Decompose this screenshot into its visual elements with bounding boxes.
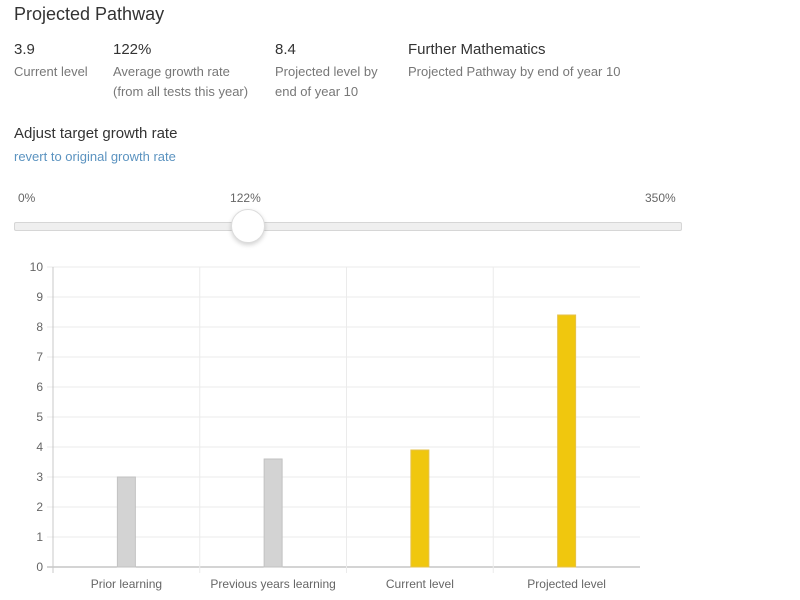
x-category-label: Projected level <box>527 577 606 591</box>
bar-chart: 0 1 2 3 4 5 6 7 8 9 10 Prior learning Previous year… <box>30 260 640 591</box>
bar-previous-years-learning <box>263 458 283 568</box>
y-tick-label: 8 <box>36 320 43 334</box>
stat-label: Projected level by end of year 10 <box>275 62 378 102</box>
growth-rate-slider-track[interactable] <box>14 222 682 231</box>
stat-label: Current level <box>14 64 88 79</box>
stat-label-line: (from all tests this year) <box>113 84 249 99</box>
stat-value: 3.9 <box>14 41 35 58</box>
growth-rate-slider-thumb[interactable] <box>231 209 266 243</box>
stat-growth-rate: 122% Average growth rate (from all tests… <box>113 40 248 102</box>
y-tick-label: 1 <box>36 530 43 544</box>
slider-value-label: 122% <box>230 191 261 205</box>
y-tick-label: 2 <box>36 500 43 514</box>
slider-min-label: 0% <box>18 191 36 205</box>
y-tick-label: 10 <box>30 260 44 274</box>
stat-current-level: 3.9 Current level <box>14 40 88 82</box>
stat-label: Average growth rate (from all tests this… <box>113 62 248 102</box>
stat-label: Projected Pathway by end of year 10 <box>408 64 621 79</box>
y-tick-label: 5 <box>36 410 43 424</box>
chart-grid <box>47 266 640 573</box>
bar-projected-level <box>557 314 577 568</box>
stat-value: Further Mathematics <box>408 41 546 58</box>
x-category-label: Current level <box>386 577 454 591</box>
stat-projected-level: 8.4 Projected level by end of year 10 <box>275 40 378 102</box>
page-title: Projected Pathway <box>14 4 165 24</box>
bar-prior-learning <box>116 476 136 568</box>
bar-current-level <box>410 449 430 568</box>
stat-value: 8.4 <box>275 41 296 58</box>
stat-pathway: Further Mathematics Projected Pathway by… <box>408 40 620 82</box>
adjust-heading: Adjust target growth rate <box>14 125 178 142</box>
y-axis-ticks: 0 1 2 3 4 5 6 7 8 9 10 <box>30 260 44 574</box>
revert-growth-rate-link[interactable]: revert to original growth rate <box>14 149 176 164</box>
y-tick-label: 4 <box>36 440 43 454</box>
y-tick-label: 7 <box>36 350 43 364</box>
slider-max-label: 350% <box>645 191 676 205</box>
stat-label-line: Average growth rate <box>113 64 230 79</box>
x-category-label: Previous years learning <box>210 577 335 591</box>
y-tick-label: 3 <box>36 470 43 484</box>
stat-label-line: end of year 10 <box>275 84 359 99</box>
y-tick-label: 9 <box>36 290 43 304</box>
x-category-label: Prior learning <box>91 577 162 591</box>
stat-label-line: Projected level by <box>275 64 378 79</box>
stat-value: 122% <box>113 41 152 58</box>
y-tick-label: 0 <box>36 560 43 574</box>
y-tick-label: 6 <box>36 380 43 394</box>
x-axis-labels: Prior learning Previous years learning Cur… <box>91 577 606 591</box>
